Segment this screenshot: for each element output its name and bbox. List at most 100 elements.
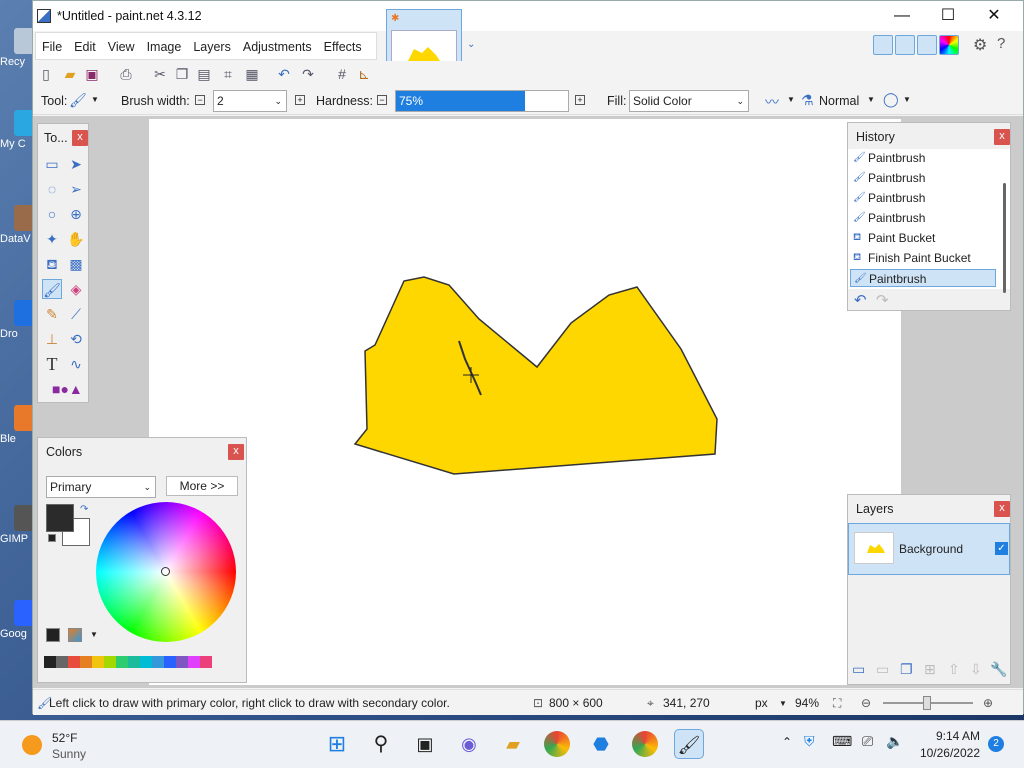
history-redo-icon[interactable]: ↷ — [876, 291, 889, 309]
keyboard-icon[interactable]: ⌨ — [832, 733, 852, 750]
zoom-in-icon[interactable]: ⊕ — [983, 696, 993, 710]
history-undo-icon[interactable]: ↶ — [854, 291, 867, 309]
zoom-slider[interactable] — [883, 696, 973, 710]
file-explorer-icon[interactable]: ▰ — [498, 729, 528, 759]
tray-overflow-icon[interactable]: ⌃ — [782, 735, 792, 749]
colors-window-toggle-icon[interactable] — [939, 35, 959, 55]
tab-dropdown-icon[interactable]: ⌄ — [467, 39, 475, 50]
reset-colors-icon[interactable] — [48, 534, 56, 542]
save-icon[interactable]: ▣ — [83, 65, 101, 83]
desktop-icon-dropbox[interactable]: Dro — [0, 300, 34, 340]
settings-gear-icon[interactable]: ⚙ — [973, 35, 987, 55]
palette-dropdown-icon[interactable]: ▼ — [90, 630, 98, 639]
palette-swatch[interactable] — [68, 656, 80, 668]
desktop-icon-my-computer[interactable]: My C — [0, 110, 34, 150]
palette-icon[interactable] — [68, 628, 82, 642]
layers-panel-close-button[interactable]: x — [994, 501, 1010, 517]
recolor-tool-icon[interactable]: ⟲ — [66, 329, 86, 349]
lasso-select-tool-icon[interactable]: ◌ — [42, 179, 62, 199]
close-button[interactable]: ✕ — [971, 1, 1017, 31]
paint-bucket-tool-icon[interactable]: ⛾ — [42, 254, 62, 274]
clock-time[interactable]: 9:14 AM — [916, 729, 980, 743]
palette-swatch[interactable] — [164, 656, 176, 668]
help-icon[interactable]: ? — [997, 35, 1005, 52]
layer-visibility-checkbox[interactable]: ✓ — [995, 542, 1008, 555]
palette-swatch[interactable] — [116, 656, 128, 668]
paste-icon[interactable]: ▤ — [195, 65, 213, 83]
antialiasing-dropdown-icon[interactable]: ▼ — [787, 95, 795, 104]
eraser-tool-icon[interactable]: ◈ — [66, 279, 86, 299]
zoom-tool-icon[interactable]: ⊕ — [66, 204, 86, 224]
selection-mode-dropdown-icon[interactable]: ▼ — [903, 95, 911, 104]
desktop-icon-google-docs[interactable]: Goog — [0, 600, 34, 640]
history-item-selected[interactable]: 🖌 Paintbrush — [850, 269, 996, 287]
zoom-level[interactable]: 94% — [795, 696, 819, 710]
paintbrush-tool-button-icon[interactable]: 🖌 — [42, 279, 62, 299]
history-item[interactable]: ⛾ Paint Bucket — [850, 229, 996, 247]
new-image-icon[interactable]: ▯ — [37, 65, 55, 83]
move-layer-down-icon[interactable]: ⇩ — [970, 661, 982, 678]
text-tool-icon[interactable]: T — [42, 354, 62, 374]
color-palette[interactable] — [44, 656, 238, 680]
notification-badge[interactable]: 2 — [988, 736, 1004, 752]
start-windows-icon[interactable]: ⊞ — [322, 729, 352, 759]
chat-icon[interactable]: ◉ — [454, 729, 484, 759]
desktop-icon-blender[interactable]: Ble — [0, 405, 34, 445]
copy-icon[interactable]: ❐ — [173, 65, 191, 83]
zoom-out-icon[interactable]: ⊖ — [861, 696, 871, 710]
network-icon[interactable]: ⎚ — [862, 733, 873, 750]
menu-image[interactable]: Image — [141, 33, 188, 61]
palette-swatch[interactable] — [188, 656, 200, 668]
palette-swatch[interactable] — [128, 656, 140, 668]
shapes-tool-icon[interactable]: ■●▲ — [52, 379, 83, 399]
print-icon[interactable]: ⎙ — [117, 65, 135, 83]
undo-icon[interactable]: ↶ — [275, 65, 293, 83]
antialiasing-icon[interactable]: 〰 — [765, 92, 779, 112]
palette-swatch[interactable] — [92, 656, 104, 668]
desktop-icon-datav[interactable]: DataV — [0, 205, 34, 245]
move-selection-tool-icon[interactable]: ➢ — [66, 179, 86, 199]
hardness-decrease-button[interactable]: − — [377, 95, 387, 105]
history-item[interactable]: 🖌 Paintbrush — [850, 189, 996, 207]
menu-layers[interactable]: Layers — [187, 33, 237, 61]
tool-dropdown-icon[interactable]: ▼ — [91, 95, 99, 104]
ellipse-select-tool-icon[interactable]: ○ — [42, 204, 62, 224]
color-mode-select[interactable]: Primary ⌄ — [46, 476, 156, 498]
menu-effects[interactable]: Effects — [318, 33, 368, 61]
minimize-button[interactable]: — — [879, 1, 925, 31]
crop-icon[interactable]: ⌗ — [219, 65, 237, 83]
task-view-icon[interactable]: ▣ — [410, 729, 440, 759]
hardness-increase-button[interactable]: + — [575, 95, 585, 105]
palette-swatch[interactable] — [80, 656, 92, 668]
more-colors-button[interactable]: More >> — [166, 476, 238, 496]
blend-mode-dropdown-icon[interactable]: ▼ — [867, 95, 875, 104]
layers-window-toggle-icon[interactable] — [917, 35, 937, 55]
palette-swatch[interactable] — [200, 656, 212, 668]
paintdotnet-taskbar-icon[interactable]: ⬣ — [586, 729, 616, 759]
zoom-slider-thumb[interactable] — [923, 696, 931, 710]
blend-mode-icon[interactable]: ⚗ — [801, 92, 814, 109]
chrome-icon[interactable] — [544, 731, 570, 757]
desktop-icon-recycle-bin[interactable]: Recy — [0, 28, 34, 68]
menu-view[interactable]: View — [102, 33, 141, 61]
units-select[interactable]: px — [755, 696, 768, 710]
zoom-fit-icon[interactable]: ⛶ — [833, 696, 841, 711]
colors-panel-close-button[interactable]: x — [228, 444, 244, 460]
history-item[interactable]: 🖌 Paintbrush — [850, 169, 996, 187]
hardness-slider[interactable]: 75% — [395, 90, 569, 112]
magic-wand-tool-icon[interactable]: ✦ — [42, 229, 62, 249]
palette-swatch[interactable] — [104, 656, 116, 668]
pencil-tool-icon[interactable]: ✎ — [42, 304, 62, 324]
menu-edit[interactable]: Edit — [68, 33, 102, 61]
history-item[interactable]: 🖌 Paintbrush — [850, 209, 996, 227]
open-file-icon[interactable]: ▰ — [61, 65, 79, 83]
chrome-icon-2[interactable] — [632, 731, 658, 757]
history-window-toggle-icon[interactable] — [895, 35, 915, 55]
gradient-tool-icon[interactable]: ▩ — [66, 254, 86, 274]
brush-width-decrease-button[interactable]: − — [195, 95, 205, 105]
weather-temp[interactable]: 52°F — [52, 731, 77, 745]
redo-icon[interactable]: ↷ — [299, 65, 317, 83]
swap-colors-icon[interactable]: ↷ — [80, 504, 88, 515]
add-layer-icon[interactable]: ▭ — [852, 661, 865, 678]
color-wheel[interactable] — [96, 502, 236, 642]
